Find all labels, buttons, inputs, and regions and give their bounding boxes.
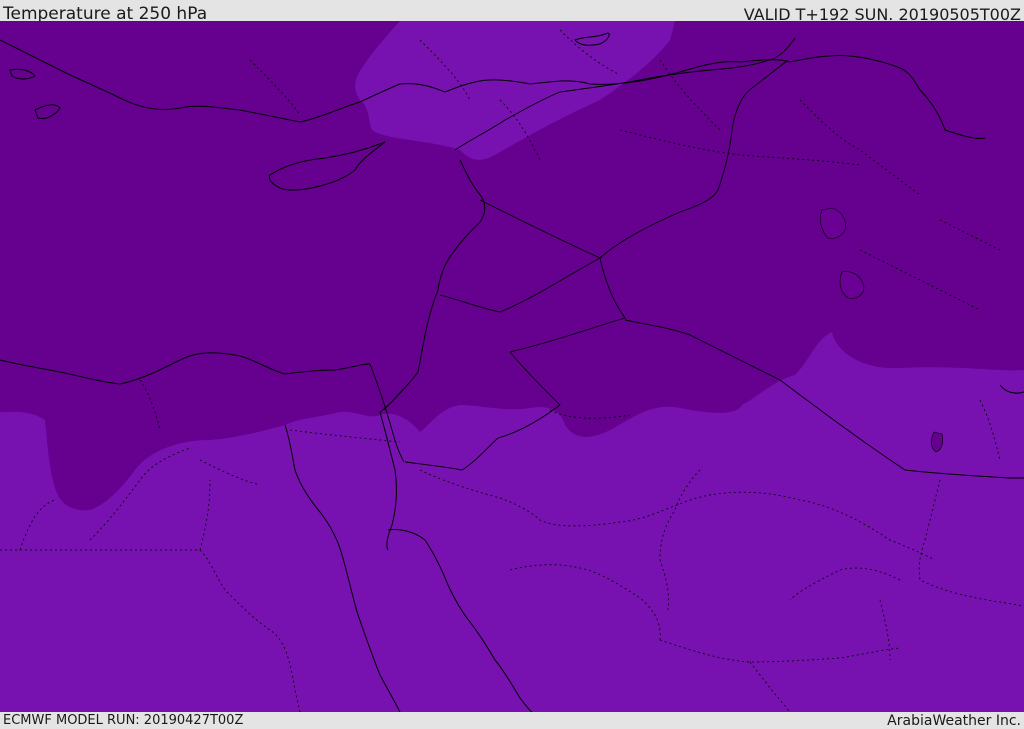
temperature-map bbox=[0, 21, 1024, 712]
brand-label: ArabiaWeather Inc. bbox=[887, 713, 1021, 729]
map-panel bbox=[0, 21, 1024, 712]
model-run: ECMWF MODEL RUN: 20190427T00Z bbox=[3, 713, 244, 728]
